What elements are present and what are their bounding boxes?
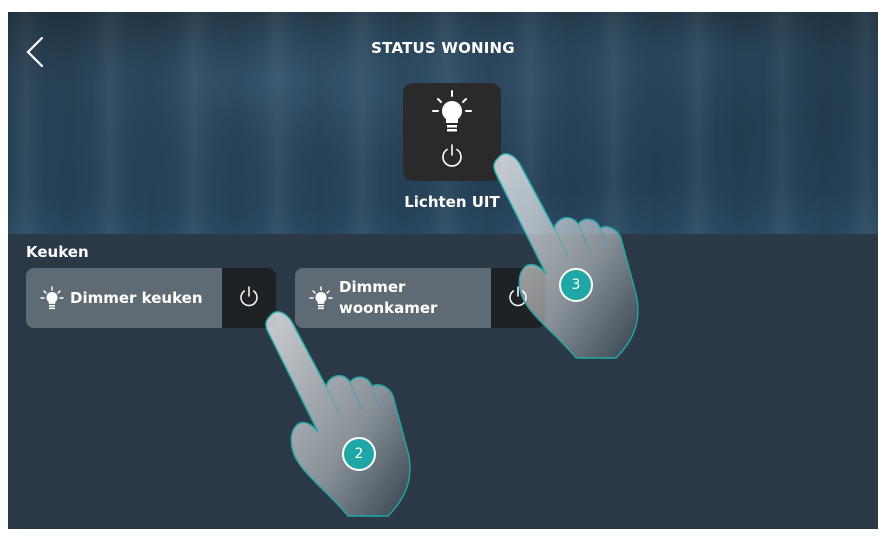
light-bulb-icon	[309, 286, 333, 310]
dimmer-label-line2: woonkamer	[339, 299, 438, 317]
power-icon	[240, 286, 258, 307]
dimmer-power-button[interactable]	[222, 268, 276, 328]
step-badge: 2	[342, 437, 376, 471]
power-icon	[442, 144, 462, 167]
hand-pointer-icon	[265, 311, 411, 517]
power-icon	[509, 286, 527, 307]
section-title-room: Keuken	[26, 243, 89, 261]
light-bulb-icon	[40, 286, 64, 310]
dimmer-label: Dimmer keuken	[70, 289, 203, 307]
device-screen: STATUS WONING Lichten UIT Keuken Dimmer …	[8, 12, 878, 529]
step-badge: 3	[559, 268, 593, 302]
page-title: STATUS WONING	[371, 39, 515, 57]
dimmer-woonkamer-tile[interactable]: Dimmer woonkamer	[295, 268, 545, 328]
light-bulb-icon	[432, 90, 472, 132]
dimmer-power-button[interactable]	[491, 268, 545, 328]
scene-label: Lichten UIT	[404, 193, 500, 211]
dimmer-keuken-tile[interactable]: Dimmer keuken	[26, 268, 276, 328]
dimmer-label-line1: Dimmer	[339, 278, 406, 296]
lights-off-scene-button[interactable]	[403, 83, 501, 181]
